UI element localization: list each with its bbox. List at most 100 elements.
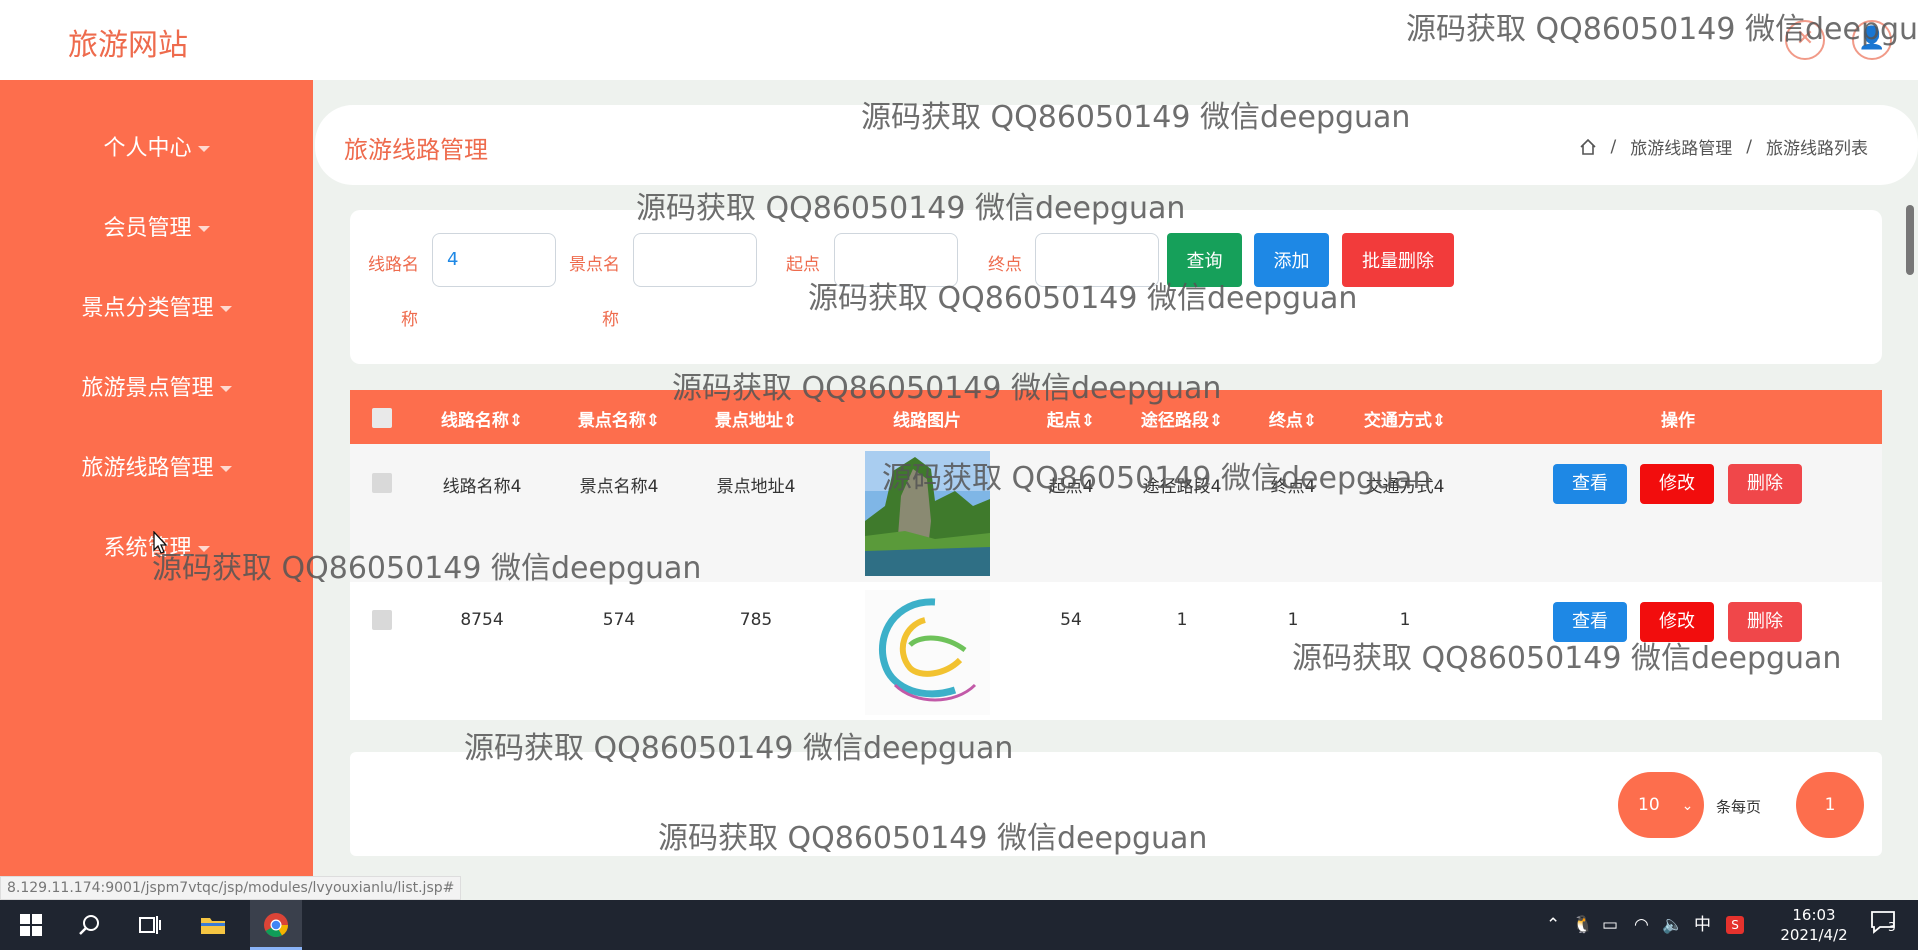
row-checkbox[interactable] — [372, 610, 392, 630]
notification-center-icon[interactable]: 3 — [1870, 910, 1904, 940]
chrome-browser-icon[interactable] — [250, 900, 302, 950]
query-button[interactable]: 查询 — [1167, 233, 1242, 287]
view-button[interactable]: 查看 — [1553, 602, 1627, 642]
delete-button[interactable]: 删除 — [1728, 464, 1802, 504]
column-header-via[interactable]: 途径路段⇕ — [1141, 406, 1223, 431]
sort-icon: ⇕ — [1080, 411, 1096, 431]
windows-start-icon[interactable] — [14, 900, 48, 950]
user-icon[interactable]: 👤 — [1852, 20, 1892, 60]
edit-button[interactable]: 修改 — [1640, 602, 1714, 642]
spot-name-input[interactable] — [633, 233, 757, 287]
column-header-end[interactable]: 终点⇕ — [1269, 406, 1317, 431]
view-button[interactable]: 查看 — [1553, 464, 1627, 504]
column-header-transport[interactable]: 交通方式⇕ — [1364, 406, 1446, 431]
sidebar-item-routes[interactable]: 旅游线路管理 — [0, 450, 313, 482]
file-explorer-icon[interactable] — [196, 900, 230, 950]
cell-transport: 交通方式4 — [1365, 477, 1445, 497]
sidebar-item-label: 景点分类管理 — [81, 296, 214, 321]
breadcrumb-item-route-list: 旅游线路列表 — [1766, 139, 1868, 159]
sidebar-item-members[interactable]: 会员管理 — [0, 210, 313, 242]
sort-icon: ⇕ — [1208, 411, 1224, 431]
cell-spot-name: 574 — [602, 610, 636, 630]
caret-down-icon — [219, 386, 232, 392]
task-view-icon[interactable] — [132, 900, 166, 950]
mouse-cursor-icon — [153, 531, 168, 554]
cell-spot-address: 景点地址4 — [716, 477, 796, 497]
column-header-route-image: 线路图片 — [893, 411, 961, 431]
route-name-input[interactable]: 4 — [432, 233, 556, 287]
cell-spot-name: 景点名称4 — [579, 477, 659, 497]
page-title: 旅游线路管理 — [344, 136, 488, 164]
search-icon[interactable] — [72, 900, 106, 950]
cell-start: 起点4 — [1048, 477, 1094, 497]
column-header-actions: 操作 — [1661, 411, 1695, 431]
sort-icon: ⇕ — [645, 411, 661, 431]
sidebar-item-label: 旅游景点管理 — [81, 376, 214, 401]
column-header-spot-name[interactable]: 景点名称⇕ — [578, 406, 660, 431]
spot-name-label-wrap: 称 — [602, 310, 619, 330]
cell-route-name: 线路名称4 — [442, 477, 522, 497]
breadcrumb: / 旅游线路管理 / 旅游线路列表 — [1579, 134, 1868, 159]
start-input[interactable] — [834, 233, 958, 287]
breadcrumb-item-routes[interactable]: 旅游线路管理 — [1630, 134, 1732, 159]
sidebar-item-label: 系统管理 — [103, 536, 192, 561]
ime-indicator[interactable]: 中 — [1694, 900, 1711, 950]
caret-down-icon — [197, 226, 210, 232]
route-name-label: 线路名 — [368, 255, 419, 275]
volume-icon[interactable]: 🔈 — [1662, 900, 1683, 950]
clock-date: 2021/4/2 — [1780, 926, 1848, 944]
select-all-checkbox[interactable] — [372, 408, 392, 428]
cell-transport: 1 — [1399, 610, 1411, 630]
chevron-down-icon: ⌄ — [1681, 798, 1694, 814]
sidebar — [0, 80, 313, 900]
page-size-value: 10 — [1638, 795, 1660, 815]
end-input[interactable] — [1035, 233, 1159, 287]
sidebar-item-spots[interactable]: 旅游景点管理 — [0, 370, 313, 402]
sidebar-item-spot-categories[interactable]: 景点分类管理 — [0, 290, 313, 322]
page-size-select[interactable]: 10 ⌄ — [1618, 772, 1704, 838]
column-header-start[interactable]: 起点⇕ — [1047, 406, 1095, 431]
delete-button[interactable]: 删除 — [1728, 602, 1802, 642]
sidebar-item-label: 个人中心 — [103, 136, 192, 161]
sort-icon: ⇕ — [1302, 411, 1318, 431]
route-name-label-wrap: 称 — [401, 310, 418, 330]
sogou-input-icon[interactable]: S — [1726, 916, 1744, 934]
edit-button[interactable]: 修改 — [1640, 464, 1714, 504]
scrollbar-thumb[interactable] — [1906, 205, 1914, 275]
tray-overflow-chevron-icon[interactable]: ⌃ — [1546, 900, 1560, 950]
caret-down-icon — [197, 146, 210, 152]
tray-app-icon[interactable]: 🐧 — [1572, 900, 1593, 950]
breadcrumb-separator: / — [1610, 136, 1617, 157]
taskbar-clock[interactable]: 16:03 2021/4/2 — [1774, 905, 1854, 945]
cell-spot-address: 785 — [739, 610, 773, 630]
sidebar-item-label: 旅游线路管理 — [81, 456, 214, 481]
caret-down-icon — [197, 546, 210, 552]
route-image-landscape — [865, 451, 990, 576]
column-header-route-name[interactable]: 线路名称⇕ — [441, 406, 523, 431]
sidebar-item-personal-center[interactable]: 个人中心 — [0, 130, 313, 162]
spot-name-label: 景点名 — [569, 255, 620, 275]
batch-delete-button[interactable]: 批量删除 — [1342, 233, 1454, 287]
battery-icon[interactable]: ▭ — [1602, 900, 1618, 950]
cell-route-name: 8754 — [460, 610, 504, 630]
sidebar-item-label: 会员管理 — [103, 216, 192, 241]
add-button[interactable]: 添加 — [1254, 233, 1329, 287]
sort-icon: ⇕ — [782, 411, 798, 431]
cell-end: 1 — [1287, 610, 1299, 630]
cell-via: 1 — [1176, 610, 1188, 630]
caret-down-icon — [219, 306, 232, 312]
row-checkbox[interactable] — [372, 473, 392, 493]
cell-end: 终点4 — [1270, 477, 1316, 497]
end-label: 终点 — [988, 255, 1022, 275]
cell-start: 54 — [1060, 610, 1082, 630]
start-label: 起点 — [786, 255, 820, 275]
home-icon[interactable] — [1579, 138, 1597, 156]
per-page-label: 条每页 — [1716, 798, 1762, 816]
sort-icon: ⇕ — [508, 411, 524, 431]
status-bar-url: 8.129.11.174:9001/jspm7vtqc/jsp/modules/… — [0, 876, 462, 900]
network-icon[interactable]: ◠ — [1634, 900, 1649, 950]
sort-icon: ⇕ — [1431, 411, 1447, 431]
close-icon[interactable]: ✕ — [1785, 20, 1825, 60]
page-number-current[interactable]: 1 — [1796, 772, 1864, 838]
column-header-spot-address[interactable]: 景点地址⇕ — [715, 406, 797, 431]
